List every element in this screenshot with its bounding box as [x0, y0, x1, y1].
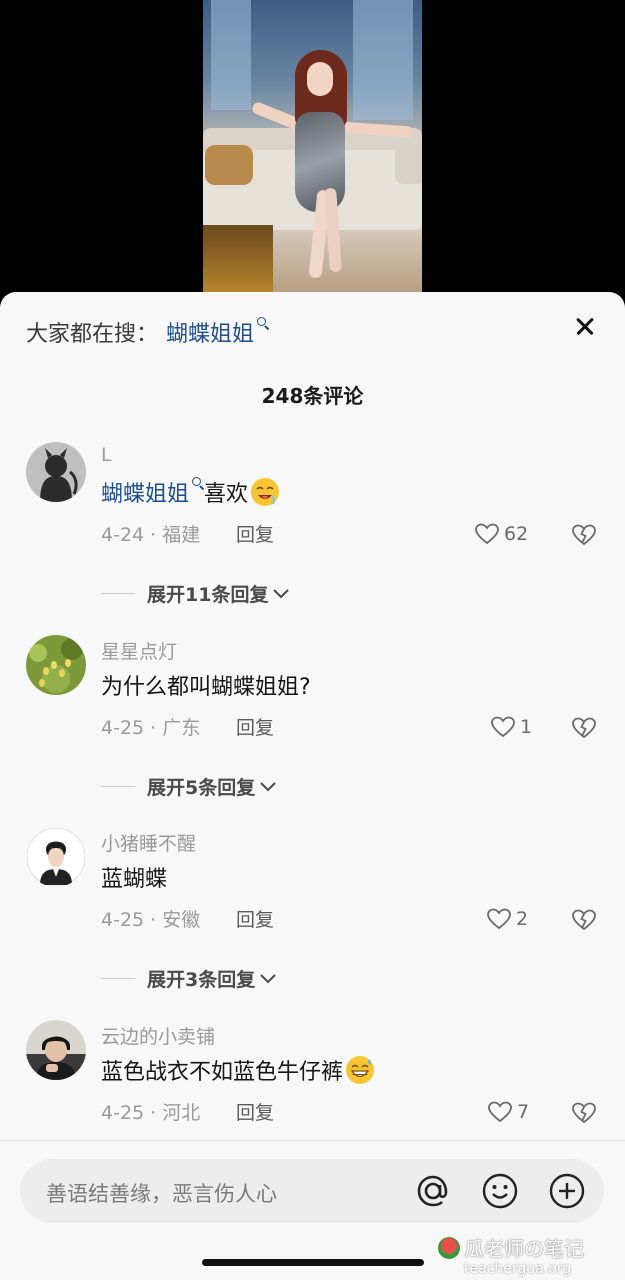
- like-button[interactable]: 2: [486, 907, 528, 931]
- comment-text-body: 喜欢: [204, 482, 249, 507]
- divider: [101, 786, 135, 787]
- avatar[interactable]: [26, 635, 86, 695]
- watermark-title: 瓜老师の笔记: [464, 1237, 584, 1261]
- dislike-button[interactable]: [571, 523, 597, 551]
- mention-button[interactable]: [414, 1172, 452, 1210]
- video-floor: [203, 225, 273, 300]
- reply-button[interactable]: 回复: [236, 1098, 274, 1125]
- comment-search-link[interactable]: 蝴蝶姐姐: [101, 476, 189, 508]
- watermark: 瓜老师の笔记: [438, 1233, 584, 1262]
- like-count: 1: [520, 716, 533, 738]
- like-count: 7: [517, 1101, 530, 1123]
- dislike-button[interactable]: [571, 1101, 597, 1129]
- like-button[interactable]: 62: [474, 522, 528, 546]
- broken-heart-icon: [572, 1102, 596, 1124]
- comment-item: 星星点灯 为什么都叫蝴蝶姐姐? 4-25 · 广东 回复 1 展开5条回复: [0, 635, 625, 815]
- comment-input-bar: 善语结善缘，恶言伤人心 瓜老师の笔记 teachergua.org: [0, 1140, 625, 1280]
- reply-button[interactable]: 回复: [236, 905, 274, 932]
- comment-item: 小猪睡不醒 蓝蝴蝶 4-25 · 安徽 回复 2 展开3条回复: [0, 827, 625, 1007]
- dislike-button[interactable]: [571, 716, 597, 744]
- expand-replies-label: 展开5条回复: [147, 777, 256, 799]
- expand-replies-label: 展开3条回复: [147, 969, 256, 991]
- comment-date-region: 4-25 · 安徽: [101, 909, 201, 931]
- heart-icon: [491, 716, 515, 738]
- search-icon: [257, 317, 269, 331]
- comment-username[interactable]: L: [101, 444, 112, 466]
- watermark-url: teachergua.org: [464, 1261, 572, 1277]
- chevron-down-icon: [273, 588, 290, 598]
- trending-search-term[interactable]: 蝴蝶姐姐: [166, 316, 254, 348]
- reply-button[interactable]: 回复: [236, 713, 274, 740]
- expand-replies-button[interactable]: 展开11条回复: [101, 580, 290, 607]
- emoji-button[interactable]: [481, 1172, 519, 1210]
- dislike-button[interactable]: [571, 908, 597, 936]
- video-window-decor: [211, 0, 251, 110]
- trending-search-prefix: 大家都在搜：: [26, 322, 159, 347]
- like-count: 62: [504, 523, 529, 545]
- avatar[interactable]: [26, 1020, 86, 1080]
- comment-text: 蓝蝴蝶: [101, 861, 167, 893]
- heart-icon: [487, 908, 511, 930]
- comment-text: 蝴蝶姐姐 喜欢: [101, 476, 280, 508]
- expand-replies-label: 展开11条回复: [147, 584, 269, 606]
- divider: [101, 978, 135, 979]
- home-indicator[interactable]: [202, 1259, 424, 1266]
- chevron-down-icon: [260, 781, 276, 791]
- close-button[interactable]: [571, 312, 599, 340]
- video-player[interactable]: [0, 0, 625, 300]
- comment-text: 为什么都叫蝴蝶姐姐?: [101, 669, 311, 701]
- comment-count: 248条评论: [261, 384, 364, 408]
- smiley-icon: [482, 1173, 518, 1209]
- search-icon: [192, 477, 204, 491]
- avatar[interactable]: [26, 442, 86, 502]
- comment-username[interactable]: 小猪睡不醒: [101, 829, 196, 856]
- like-button[interactable]: 1: [490, 715, 532, 739]
- comment-input[interactable]: 善语结善缘，恶言伤人心: [20, 1159, 604, 1223]
- comment-username[interactable]: 星星点灯: [101, 637, 177, 664]
- video-pillow: [395, 146, 422, 184]
- video-pillow: [205, 145, 253, 185]
- comment-sheet: 大家都在搜： 蝴蝶姐姐 248条评论 L 蝴蝶姐姐 喜欢 4-24 · 福建 回…: [0, 292, 625, 1280]
- comment-date-region: 4-25 · 广东: [101, 717, 201, 739]
- video-frame[interactable]: [203, 0, 422, 300]
- like-count: 2: [516, 908, 529, 930]
- heart-icon: [475, 523, 499, 545]
- comment-text-body: 为什么都叫蝴蝶姐姐?: [101, 675, 311, 700]
- comment-date-region: 4-25 · 河北: [101, 1102, 201, 1124]
- drooling-face-emoji: [250, 477, 280, 507]
- comment-item: L 蝴蝶姐姐 喜欢 4-24 · 福建 回复 62 展开11条回复: [0, 442, 625, 622]
- expand-replies-button[interactable]: 展开5条回复: [101, 773, 277, 800]
- heart-icon: [488, 1101, 512, 1123]
- divider: [101, 593, 135, 594]
- chevron-down-icon: [260, 973, 276, 983]
- video-figure-face: [307, 62, 333, 96]
- watermelon-icon: [438, 1236, 460, 1259]
- comment-username[interactable]: 云边的小卖铺: [101, 1022, 215, 1049]
- reply-button[interactable]: 回复: [236, 520, 274, 547]
- add-button[interactable]: [548, 1172, 586, 1210]
- broken-heart-icon: [572, 717, 596, 739]
- like-button[interactable]: 7: [487, 1100, 529, 1124]
- at-sign-icon: [417, 1175, 448, 1207]
- grinning-sweat-emoji: [345, 1055, 375, 1085]
- plus-circle-icon: [549, 1173, 585, 1209]
- broken-heart-icon: [572, 909, 596, 931]
- comment-text-body: 蓝色战衣不如蓝色牛仔裤: [101, 1060, 344, 1085]
- comment-input-placeholder: 善语结善缘，恶言伤人心: [46, 1182, 277, 1206]
- broken-heart-icon: [572, 524, 596, 546]
- trending-search[interactable]: 大家都在搜： 蝴蝶姐姐: [26, 316, 269, 348]
- comment-text-body: 蓝蝴蝶: [101, 867, 168, 892]
- expand-replies-button[interactable]: 展开3条回复: [101, 965, 277, 992]
- avatar[interactable]: [26, 827, 86, 887]
- comment-text: 蓝色战衣不如蓝色牛仔裤: [101, 1054, 375, 1086]
- comment-date-region: 4-24 · 福建: [101, 524, 201, 546]
- video-window-decor: [353, 0, 413, 120]
